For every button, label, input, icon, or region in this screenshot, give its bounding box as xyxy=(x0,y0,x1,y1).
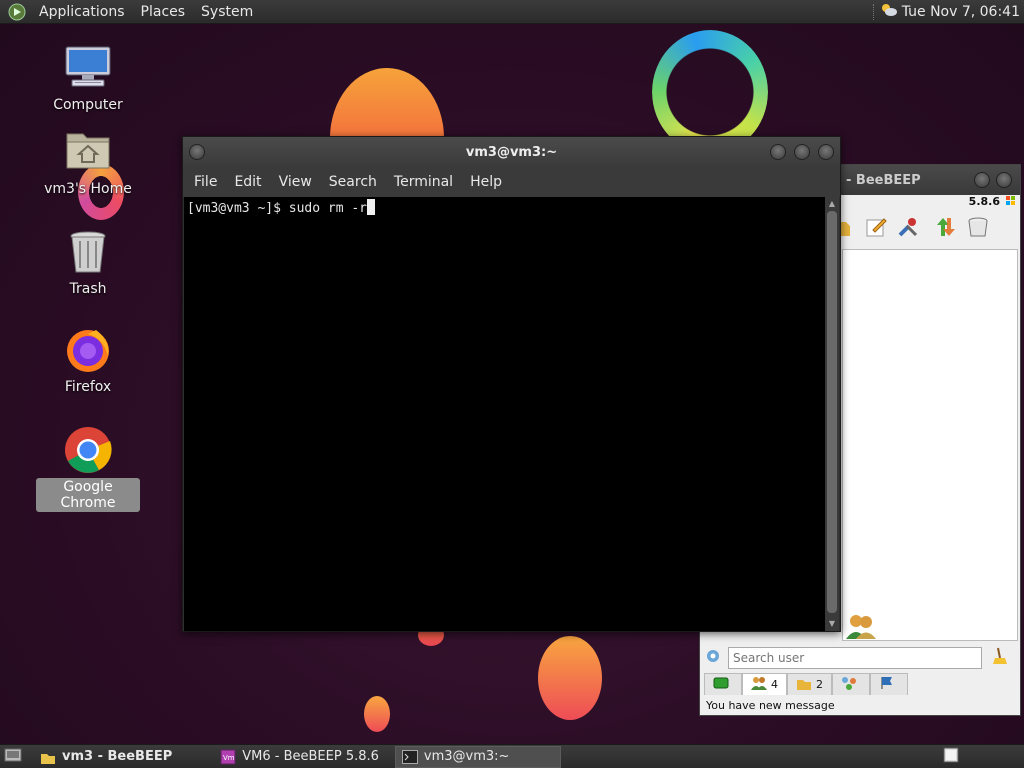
taskbar-label: VM6 - BeeBEEP 5.8.6 xyxy=(242,749,379,764)
beebeep-title: - BeeBEEP xyxy=(846,172,921,188)
menu-edit[interactable]: Edit xyxy=(227,174,268,190)
edit-note-icon[interactable] xyxy=(864,215,888,239)
online-users-icon xyxy=(846,613,876,639)
workspace-switcher-icon[interactable] xyxy=(942,746,960,768)
tab-chat[interactable] xyxy=(704,673,742,695)
terminal-icon xyxy=(401,749,418,765)
beebeep-tabs: 4 2 xyxy=(704,673,908,695)
close-button[interactable] xyxy=(996,172,1012,188)
desktop-icon-computer[interactable]: Computer xyxy=(36,44,140,114)
terminal-titlebar[interactable]: vm3@vm3:~ xyxy=(183,137,840,167)
desktop-icon-label: vm3's Home xyxy=(44,181,132,197)
desktop-icon-chrome[interactable]: Google Chrome xyxy=(36,426,140,512)
user-list-pane[interactable] xyxy=(842,249,1018,641)
taskbar-item-vm6[interactable]: Vm VM6 - BeeBEEP 5.8.6 xyxy=(214,746,385,768)
menu-search[interactable]: Search xyxy=(322,174,384,190)
taskbar-item-beebeep[interactable]: vm3 - BeeBEEP xyxy=(34,746,178,768)
desktop-icon-trash[interactable]: Trash xyxy=(36,228,140,298)
text-cursor xyxy=(367,199,376,215)
groups-icon xyxy=(796,676,812,693)
windows-logo-icon xyxy=(1006,196,1016,209)
clear-broom-icon[interactable] xyxy=(992,647,1008,669)
desktop-icon-label: Computer xyxy=(53,97,123,113)
settings-gear-icon[interactable] xyxy=(704,647,722,669)
menu-terminal[interactable]: Terminal xyxy=(387,174,460,190)
wallpaper-shape xyxy=(364,696,390,732)
tab-count: 2 xyxy=(816,678,823,691)
desktop-icon-label: Firefox xyxy=(64,379,112,395)
terminal-title: vm3@vm3:~ xyxy=(465,144,558,160)
trash-icon xyxy=(64,228,112,276)
terminal-command-line: [vm3@vm3 ~]$ sudo rm -r xyxy=(187,201,368,216)
network-icon xyxy=(841,676,857,693)
search-row xyxy=(704,645,1018,671)
search-user-input[interactable] xyxy=(728,647,982,669)
version-label: 5.8.6 xyxy=(968,195,1000,208)
tray-separator xyxy=(872,3,875,20)
svg-text:Vm: Vm xyxy=(223,754,235,762)
terminal-menubar: File Edit View Search Terminal Help xyxy=(183,167,840,197)
menu-help[interactable]: Help xyxy=(463,174,509,190)
show-desktop-icon[interactable] xyxy=(4,747,22,767)
sync-icon[interactable] xyxy=(934,215,958,239)
menu-file[interactable]: File xyxy=(187,174,224,190)
taskbar-item-terminal[interactable]: vm3@vm3:~ xyxy=(394,745,561,768)
taskbar-label: vm3 - BeeBEEP xyxy=(62,749,173,764)
chat-icon xyxy=(713,677,729,692)
beebeep-icon xyxy=(40,749,56,765)
weather-icon[interactable] xyxy=(881,3,897,21)
terminal-screen[interactable]: [vm3@vm3 ~]$ sudo rm -r xyxy=(184,197,826,631)
wallpaper-shape xyxy=(538,636,602,720)
chrome-icon xyxy=(64,426,112,474)
applications-menu[interactable]: Applications xyxy=(33,4,131,20)
clock[interactable]: Tue Nov 7, 06:41 xyxy=(902,4,1020,20)
vm-icon: Vm xyxy=(220,749,236,765)
desktop-icon-label: Trash xyxy=(69,281,107,297)
scroll-up-icon[interactable]: ▲ xyxy=(827,199,837,209)
firefox-icon xyxy=(64,326,112,374)
top-panel: Applications Places System Tue Nov 7, 06… xyxy=(0,0,1024,24)
terminal-window[interactable]: vm3@vm3:~ File Edit View Search Terminal… xyxy=(182,136,841,632)
bottom-panel: vm3 - BeeBEEP Vm VM6 - BeeBEEP 5.8.6 vm3… xyxy=(0,744,1024,768)
desktop-icon-home[interactable]: vm3's Home xyxy=(36,128,140,198)
bucket-icon[interactable] xyxy=(966,215,990,239)
distro-logo-icon[interactable] xyxy=(7,2,27,22)
tools-icon[interactable] xyxy=(896,215,920,239)
tab-flag[interactable] xyxy=(870,673,908,695)
menu-view[interactable]: View xyxy=(272,174,319,190)
tab-groups[interactable]: 2 xyxy=(787,673,832,695)
users-icon xyxy=(751,676,767,693)
flag-icon xyxy=(879,676,895,693)
tab-users[interactable]: 4 xyxy=(742,673,787,695)
scroll-down-icon[interactable]: ▼ xyxy=(827,619,837,629)
home-folder-icon xyxy=(64,128,112,176)
desktop-icon-firefox[interactable]: Firefox xyxy=(36,326,140,396)
scrollbar-thumb[interactable] xyxy=(827,211,837,613)
computer-icon xyxy=(64,44,112,92)
tab-count: 4 xyxy=(771,678,778,691)
status-message: You have new message xyxy=(706,699,835,712)
terminal-scrollbar[interactable]: ▲ ▼ xyxy=(825,197,839,631)
places-menu[interactable]: Places xyxy=(135,4,192,20)
tab-network[interactable] xyxy=(832,673,870,695)
taskbar-label: vm3@vm3:~ xyxy=(423,749,510,764)
minimize-button[interactable] xyxy=(974,172,990,188)
desktop-icon-label: Google Chrome xyxy=(36,478,140,512)
system-menu[interactable]: System xyxy=(195,4,259,20)
